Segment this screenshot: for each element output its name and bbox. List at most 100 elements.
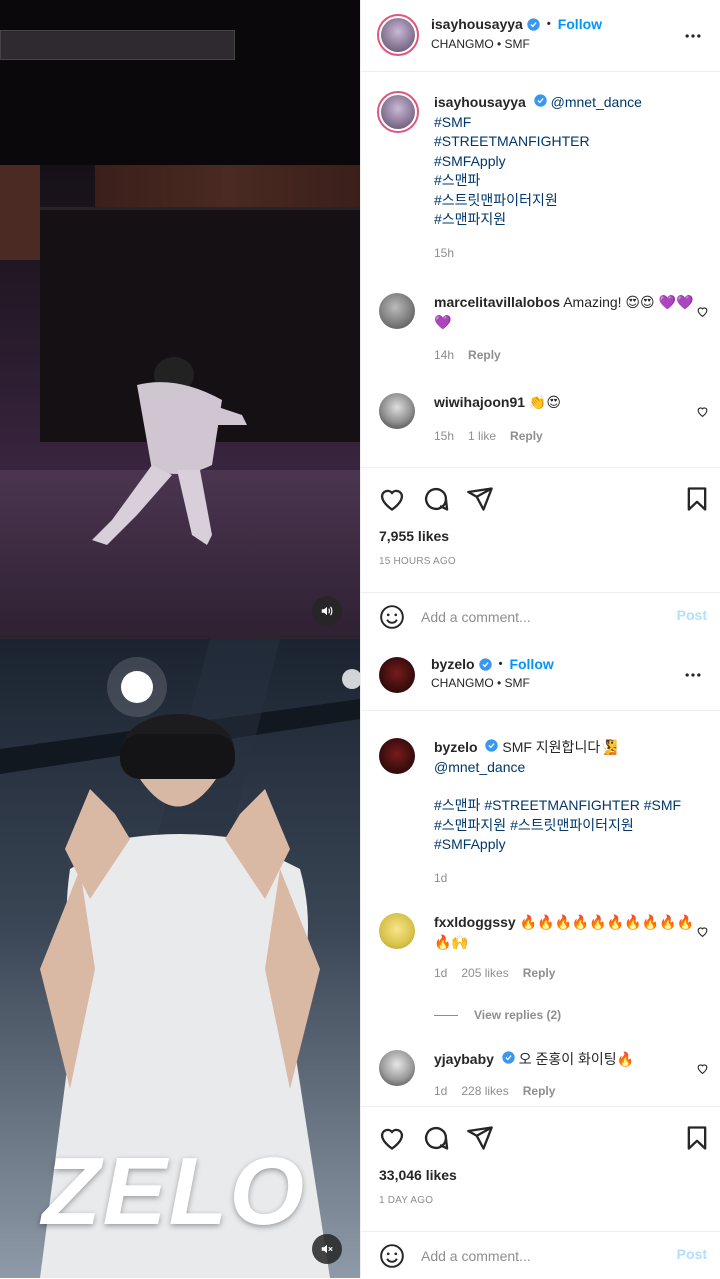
post-actions: 33,046 likes 1 DAY AGO Post bbox=[361, 1106, 720, 1278]
hashtag-link[interactable]: #SMF bbox=[434, 113, 696, 133]
header-location[interactable]: CHANGMO • SMF bbox=[431, 37, 530, 51]
like-comment-heart-icon[interactable] bbox=[696, 1062, 709, 1075]
dancer-figure bbox=[92, 357, 247, 545]
more-options-icon[interactable] bbox=[682, 665, 704, 685]
comment-bubble-icon[interactable] bbox=[422, 485, 450, 513]
comment-username[interactable]: marcelitavillalobos bbox=[434, 294, 560, 310]
post-timestamp[interactable]: 15 HOURS AGO bbox=[379, 556, 456, 567]
caption-text: SMF 지원합니다🧏 bbox=[502, 739, 618, 755]
comments-section: isayhousayya @mnet_dance #SMF #STREETMAN… bbox=[361, 73, 720, 467]
post-comment-button[interactable]: Post bbox=[677, 1246, 707, 1262]
comment-username[interactable]: fxxldoggssy bbox=[434, 914, 516, 930]
post-header: byzelo • Follow CHANGMO • SMF bbox=[361, 639, 720, 711]
reply-button[interactable]: Reply bbox=[523, 966, 556, 980]
comment-username[interactable]: wiwihajoon91 bbox=[434, 394, 525, 410]
video-frame bbox=[0, 0, 360, 639]
reply-button[interactable]: Reply bbox=[468, 348, 501, 362]
verified-badge-icon bbox=[527, 17, 540, 31]
avatar[interactable] bbox=[379, 293, 415, 329]
audio-toggle-button[interactable] bbox=[312, 596, 342, 626]
audio-toggle-button[interactable] bbox=[312, 1234, 342, 1264]
caption-time: 15h bbox=[434, 245, 455, 260]
post-video[interactable]: ZELO bbox=[0, 639, 360, 1278]
comment-composer: Post bbox=[361, 1231, 720, 1279]
hashtag-link[interactable]: #SMFApply bbox=[434, 152, 696, 172]
like-comment-heart-icon[interactable] bbox=[696, 925, 709, 938]
hashtag-line[interactable]: #SMFApply bbox=[434, 835, 696, 855]
like-heart-icon[interactable] bbox=[378, 1124, 406, 1152]
save-bookmark-icon[interactable] bbox=[683, 1124, 711, 1152]
emoji-icon[interactable] bbox=[379, 604, 405, 630]
emoji-icon[interactable] bbox=[379, 1243, 405, 1269]
share-paper-plane-icon[interactable] bbox=[466, 485, 494, 513]
video-overlay-text: ZELO bbox=[42, 1138, 306, 1245]
post-sidebar: byzelo • Follow CHANGMO • SMF byzelo SMF… bbox=[360, 639, 720, 1278]
avatar[interactable] bbox=[379, 913, 415, 949]
post-1: isayhousayya • Follow CHANGMO • SMF isay… bbox=[0, 0, 720, 639]
comment-time: 15h bbox=[434, 428, 455, 443]
hashtag-link[interactable]: #스트릿맨파이터지원 bbox=[434, 191, 696, 211]
comment-text: 👏😍 bbox=[528, 394, 561, 410]
mention-link[interactable]: @mnet_dance bbox=[434, 758, 696, 778]
avatar[interactable] bbox=[377, 14, 419, 56]
speaker-muted-icon bbox=[321, 1244, 333, 1254]
comment-likes[interactable]: 228 likes bbox=[461, 1084, 508, 1098]
comment-time: 1d bbox=[434, 1083, 448, 1098]
share-paper-plane-icon[interactable] bbox=[466, 1124, 494, 1152]
comment-text: 오 준홍이 화이팅🔥 bbox=[518, 1051, 635, 1067]
header-location[interactable]: CHANGMO • SMF bbox=[431, 676, 530, 690]
reply-button[interactable]: Reply bbox=[523, 1084, 556, 1098]
view-replies-button[interactable]: View replies (2) bbox=[474, 1006, 561, 1026]
verified-badge-icon bbox=[502, 1051, 515, 1064]
hashtag-link[interactable]: #스맨파지원 bbox=[434, 210, 696, 230]
post-timestamp[interactable]: 1 DAY AGO bbox=[379, 1195, 433, 1206]
likes-count[interactable]: 7,955 likes bbox=[379, 528, 449, 544]
caption-time: 1d bbox=[434, 870, 448, 885]
avatar[interactable] bbox=[379, 738, 415, 774]
verified-badge-icon bbox=[534, 94, 547, 107]
more-options-icon[interactable] bbox=[682, 26, 704, 46]
verified-badge-icon bbox=[485, 739, 499, 752]
comment-composer: Post bbox=[361, 592, 720, 640]
reply-button[interactable]: Reply bbox=[510, 429, 543, 443]
avatar[interactable] bbox=[377, 91, 419, 133]
caption-username[interactable]: isayhousayya bbox=[434, 94, 526, 110]
comment-bubble-icon[interactable] bbox=[422, 1124, 450, 1152]
separator-dot: • bbox=[498, 658, 503, 670]
follow-button[interactable]: Follow bbox=[558, 16, 602, 32]
post-header: isayhousayya • Follow CHANGMO • SMF bbox=[361, 0, 720, 72]
comment-time: 14h bbox=[434, 348, 455, 362]
hashtag-link[interactable]: #스맨파 bbox=[434, 171, 696, 191]
verified-badge-icon bbox=[478, 657, 492, 671]
header-username[interactable]: byzelo bbox=[431, 656, 475, 672]
likes-count[interactable]: 33,046 likes bbox=[379, 1167, 457, 1183]
separator-dot: • bbox=[546, 18, 551, 30]
save-bookmark-icon[interactable] bbox=[683, 485, 711, 513]
post-actions: 7,955 likes 15 HOURS AGO Post bbox=[361, 467, 720, 639]
header-username[interactable]: isayhousayya bbox=[431, 16, 523, 32]
like-heart-icon[interactable] bbox=[378, 485, 406, 513]
post-comment-button[interactable]: Post bbox=[677, 607, 707, 623]
hashtag-line[interactable]: #스맨파 #STREETMANFIGHTER #SMF bbox=[434, 796, 696, 816]
comment-input[interactable] bbox=[421, 1245, 661, 1267]
comment-likes[interactable]: 1 like bbox=[468, 429, 496, 443]
like-comment-heart-icon[interactable] bbox=[696, 305, 709, 318]
post-sidebar: isayhousayya • Follow CHANGMO • SMF isay… bbox=[360, 0, 720, 639]
post-video[interactable] bbox=[0, 0, 360, 639]
hashtag-line[interactable]: #스맨파지원 #스트릿맨파이터지원 bbox=[434, 816, 696, 836]
comment-time: 1d bbox=[434, 966, 448, 980]
hashtag-link[interactable]: #STREETMANFIGHTER bbox=[434, 132, 696, 152]
comment-input[interactable] bbox=[421, 606, 661, 628]
speaker-icon bbox=[321, 606, 333, 616]
comment-likes[interactable]: 205 likes bbox=[461, 966, 508, 980]
comments-section: byzelo SMF 지원합니다🧏 @mnet_dance #스맨파 #STRE… bbox=[361, 712, 720, 1106]
post-2: ZELO byzelo • Follow CHANGMO • SMF byzel… bbox=[0, 639, 720, 1278]
avatar[interactable] bbox=[379, 657, 415, 693]
mention-link[interactable]: @mnet_dance bbox=[551, 94, 642, 110]
avatar[interactable] bbox=[379, 393, 415, 429]
avatar[interactable] bbox=[379, 1050, 415, 1086]
caption-username[interactable]: byzelo bbox=[434, 739, 478, 755]
like-comment-heart-icon[interactable] bbox=[696, 405, 709, 418]
comment-username[interactable]: yjaybaby bbox=[434, 1051, 494, 1067]
follow-button[interactable]: Follow bbox=[509, 656, 553, 672]
